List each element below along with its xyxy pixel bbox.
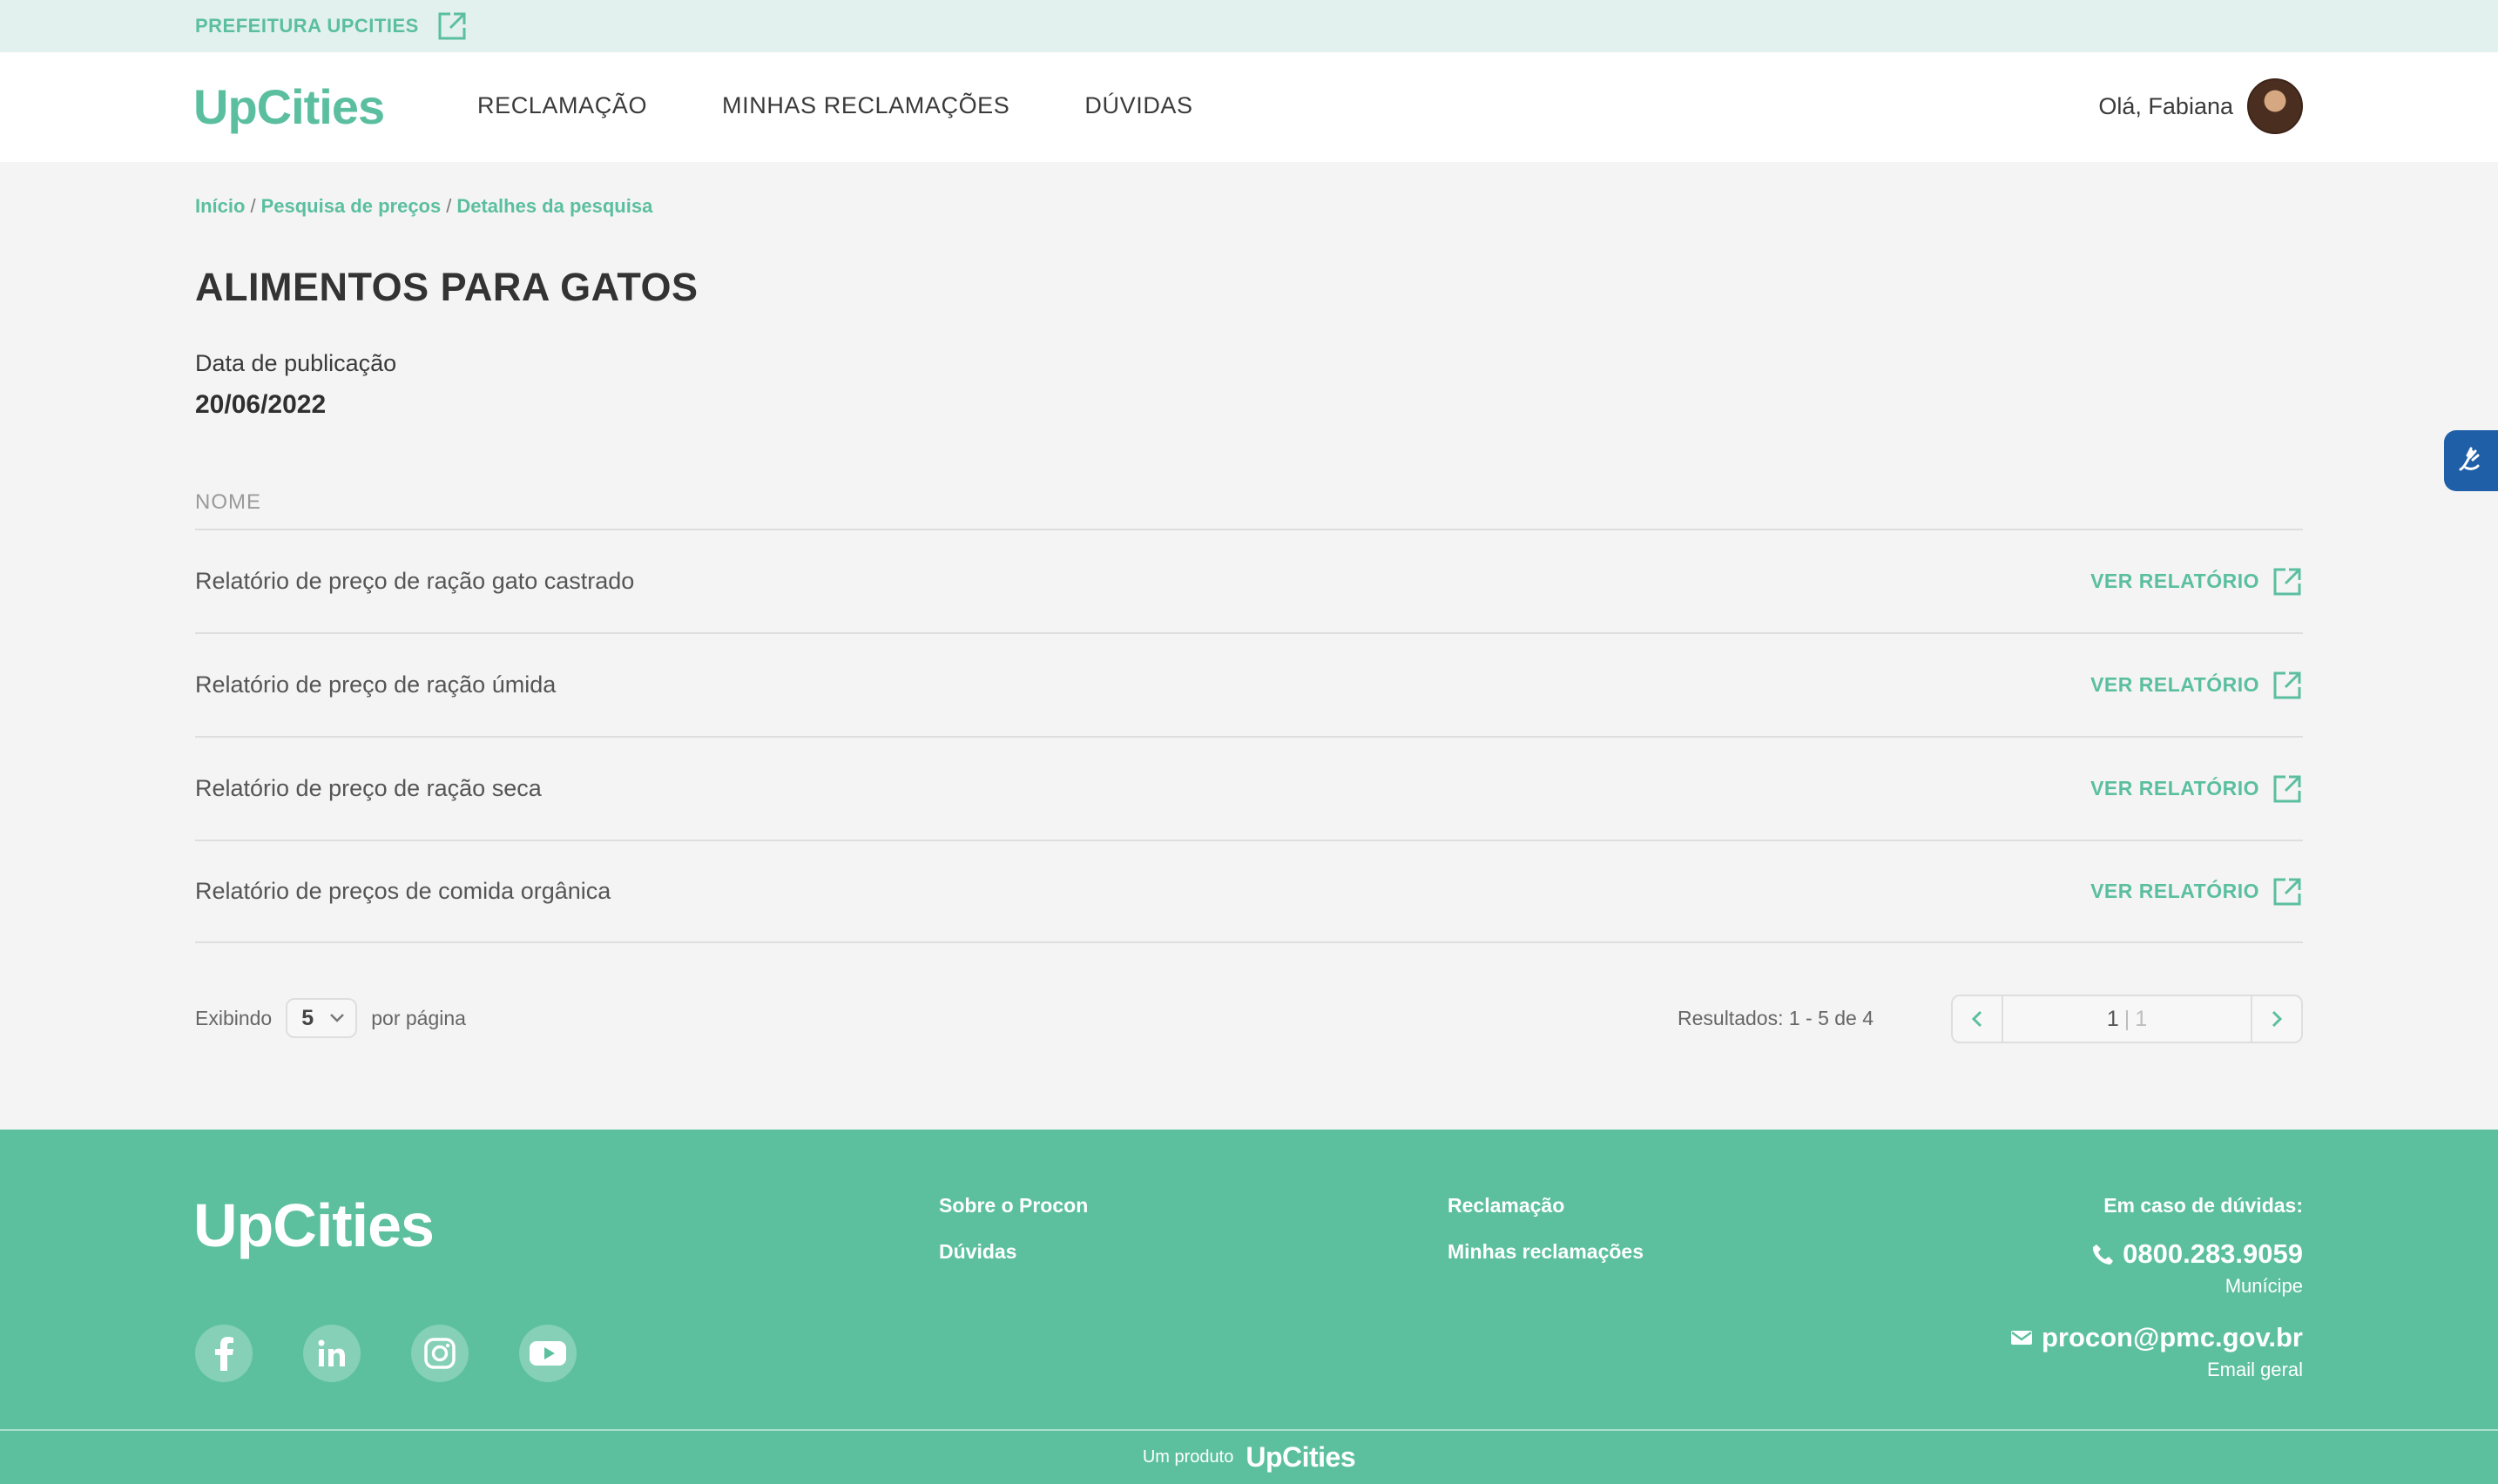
pagination: 1 | 1 bbox=[1951, 995, 2303, 1043]
chevron-down-icon bbox=[330, 1014, 345, 1022]
external-link-icon bbox=[2273, 878, 2301, 905]
external-link-icon bbox=[2273, 568, 2301, 595]
report-name: Relatório de preço de ração seca bbox=[195, 775, 542, 801]
sign-language-icon bbox=[2459, 447, 2480, 471]
phone-subtitle: Munícipe bbox=[2225, 1275, 2303, 1297]
linkedin-link[interactable] bbox=[303, 1325, 361, 1382]
view-report-label: VER RELATÓRIO bbox=[2090, 570, 2259, 592]
view-report-label: VER RELATÓRIO bbox=[2090, 673, 2259, 696]
breadcrumb: Início / Pesquisa de preços / Detalhes da pe… bbox=[195, 195, 652, 218]
contact-email[interactable]: procon@pmc.gov.br bbox=[2010, 1322, 2303, 1353]
contact-phone[interactable]: 0800.283.9059 bbox=[2010, 1238, 2303, 1270]
footer-link-reclamacao[interactable]: Reclamação bbox=[1448, 1194, 1644, 1218]
breadcrumb-separator: / bbox=[250, 195, 256, 217]
column-header-name: NOME bbox=[195, 490, 261, 514]
main-header: UpCities RECLAMAÇÃO MINHAS RECLAMAÇÕES D… bbox=[0, 52, 2498, 162]
facebook-link[interactable] bbox=[195, 1325, 253, 1382]
nav-duvidas[interactable]: DÚVIDAS bbox=[1084, 92, 1192, 119]
footer-links-col1: Sobre o Procon Dúvidas bbox=[939, 1194, 1088, 1264]
view-report-button[interactable]: VER RELATÓRIO bbox=[2090, 773, 2303, 805]
breadcrumb-inicio[interactable]: Início bbox=[195, 195, 245, 217]
table-row: Relatório de preço de ração seca VER REL… bbox=[195, 736, 2303, 840]
view-report-button[interactable]: VER RELATÓRIO bbox=[2090, 670, 2303, 701]
per-page-label: por página bbox=[371, 1006, 466, 1029]
user-menu[interactable]: Olá, Fabiana bbox=[2098, 78, 2303, 134]
footer-link-duvidas[interactable]: Dúvidas bbox=[939, 1240, 1088, 1264]
report-name: Relatório de preço de ração úmida bbox=[195, 671, 557, 698]
breadcrumb-detalhes[interactable]: Detalhes da pesquisa bbox=[456, 195, 652, 217]
external-link-icon bbox=[2273, 671, 2301, 698]
footer-link-sobre-procon[interactable]: Sobre o Procon bbox=[939, 1194, 1088, 1218]
phone-number: 0800.283.9059 bbox=[2123, 1238, 2303, 1269]
view-report-label: VER RELATÓRIO bbox=[2090, 880, 2259, 902]
user-greeting: Olá, Fabiana bbox=[2098, 92, 2233, 119]
per-page-value: 5 bbox=[301, 1005, 314, 1030]
phone-icon bbox=[2093, 1245, 2114, 1265]
page-title: ALIMENTOS PARA GATOS bbox=[195, 265, 699, 309]
showing-label: Exibindo bbox=[195, 1006, 273, 1029]
next-page-button[interactable] bbox=[2252, 996, 2301, 1042]
mail-icon bbox=[2010, 1331, 2032, 1345]
youtube-icon bbox=[530, 1341, 566, 1366]
chevron-left-icon bbox=[1971, 1010, 1982, 1028]
instagram-link[interactable] bbox=[411, 1325, 469, 1382]
footer: UpCities Sobre o Procon Dúvidas Reclamaç… bbox=[0, 1130, 2498, 1484]
publication-date: 20/06/2022 bbox=[195, 390, 327, 419]
total-pages: 1 bbox=[2135, 1006, 2148, 1031]
footer-bottom: Um produto UpCities bbox=[0, 1429, 2498, 1484]
breadcrumb-separator: / bbox=[446, 195, 452, 217]
report-name: Relatório de preço de ração gato castrad… bbox=[195, 568, 635, 594]
breadcrumb-pesquisa-precos[interactable]: Pesquisa de preços bbox=[261, 195, 442, 217]
chevron-right-icon bbox=[2272, 1010, 2283, 1028]
view-report-button[interactable]: VER RELATÓRIO bbox=[2090, 876, 2303, 907]
upcities-logo[interactable]: UpCities bbox=[193, 78, 385, 135]
table-row: Relatório de preços de comida orgânica V… bbox=[195, 840, 2303, 943]
table-row: Relatório de preço de ração úmida VER RE… bbox=[195, 632, 2303, 736]
external-link-icon bbox=[438, 12, 466, 40]
nav-minhas-reclamacoes[interactable]: MINHAS RECLAMAÇÕES bbox=[722, 92, 1009, 119]
social-links bbox=[195, 1325, 577, 1382]
youtube-link[interactable] bbox=[519, 1325, 577, 1382]
top-bar: PREFEITURA UPCITIES bbox=[0, 0, 2498, 52]
prefeitura-link[interactable]: PREFEITURA UPCITIES bbox=[195, 9, 468, 44]
email-subtitle: Email geral bbox=[2206, 1359, 2303, 1380]
main-nav: RECLAMAÇÃO MINHAS RECLAMAÇÕES DÚVIDAS bbox=[477, 92, 1193, 119]
footer-link-minhas-reclamacoes[interactable]: Minhas reclamações bbox=[1448, 1240, 1644, 1264]
view-report-label: VER RELATÓRIO bbox=[2090, 777, 2259, 799]
accessibility-widget[interactable] bbox=[2444, 430, 2498, 491]
per-page-control: Exibindo 5 por página bbox=[195, 998, 466, 1038]
publication-label: Data de publicação bbox=[195, 350, 397, 376]
nav-reclamacao[interactable]: RECLAMAÇÃO bbox=[477, 92, 647, 119]
report-name: Relatório de preços de comida orgânica bbox=[195, 878, 611, 904]
page-indicator: 1 | 1 bbox=[2002, 996, 2252, 1042]
email-address: procon@pmc.gov.br bbox=[2041, 1322, 2303, 1352]
footer-mini-logo[interactable]: UpCities bbox=[1246, 1441, 1355, 1474]
facebook-icon bbox=[215, 1337, 233, 1371]
view-report-button[interactable]: VER RELATÓRIO bbox=[2090, 566, 2303, 597]
product-label: Um produto bbox=[1142, 1447, 1234, 1467]
prev-page-button[interactable] bbox=[1953, 996, 2002, 1042]
prefeitura-link-label: PREFEITURA UPCITIES bbox=[195, 15, 419, 37]
contact-question: Em caso de dúvidas: bbox=[2103, 1194, 2303, 1217]
footer-logo[interactable]: UpCities bbox=[193, 1191, 435, 1260]
contact-info: Em caso de dúvidas: 0800.283.9059 Muníci… bbox=[2010, 1194, 2303, 1381]
current-page[interactable]: 1 bbox=[2107, 1007, 2119, 1032]
reports-table: Relatório de preço de ração gato castrad… bbox=[195, 529, 2303, 943]
page-separator: | bbox=[2123, 1006, 2130, 1031]
per-page-select[interactable]: 5 bbox=[286, 998, 358, 1038]
table-row: Relatório de preço de ração gato castrad… bbox=[195, 529, 2303, 632]
linkedin-icon bbox=[318, 1339, 345, 1366]
results-count: Resultados: 1 - 5 de 4 bbox=[1678, 1007, 1874, 1029]
instagram-icon bbox=[424, 1338, 456, 1369]
external-link-icon bbox=[2273, 775, 2301, 802]
avatar[interactable] bbox=[2247, 78, 2303, 134]
footer-links-col2: Reclamação Minhas reclamações bbox=[1448, 1194, 1644, 1264]
